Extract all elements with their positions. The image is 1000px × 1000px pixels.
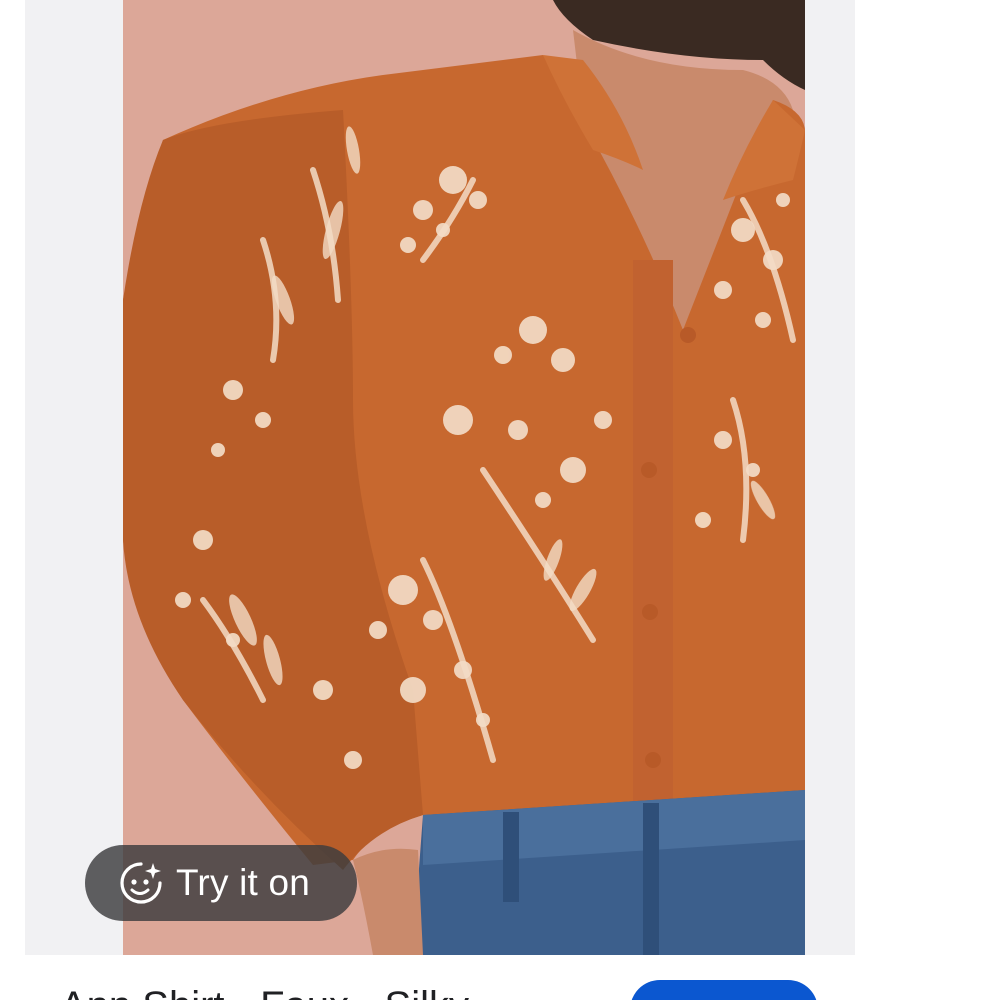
face-sparkle-icon — [118, 860, 164, 906]
primary-action-button[interactable] — [630, 980, 818, 1000]
product-title[interactable]: Ann Shirt - Faux - Silky — [60, 982, 469, 1000]
product-photo — [123, 0, 805, 955]
page: Try it on Ann Shirt - Faux - Silky — [0, 0, 1000, 1000]
product-card[interactable]: Try it on — [25, 0, 855, 955]
product-image[interactable] — [123, 0, 805, 955]
try-it-on-button[interactable]: Try it on — [85, 845, 357, 921]
try-it-on-label: Try it on — [176, 862, 311, 903]
